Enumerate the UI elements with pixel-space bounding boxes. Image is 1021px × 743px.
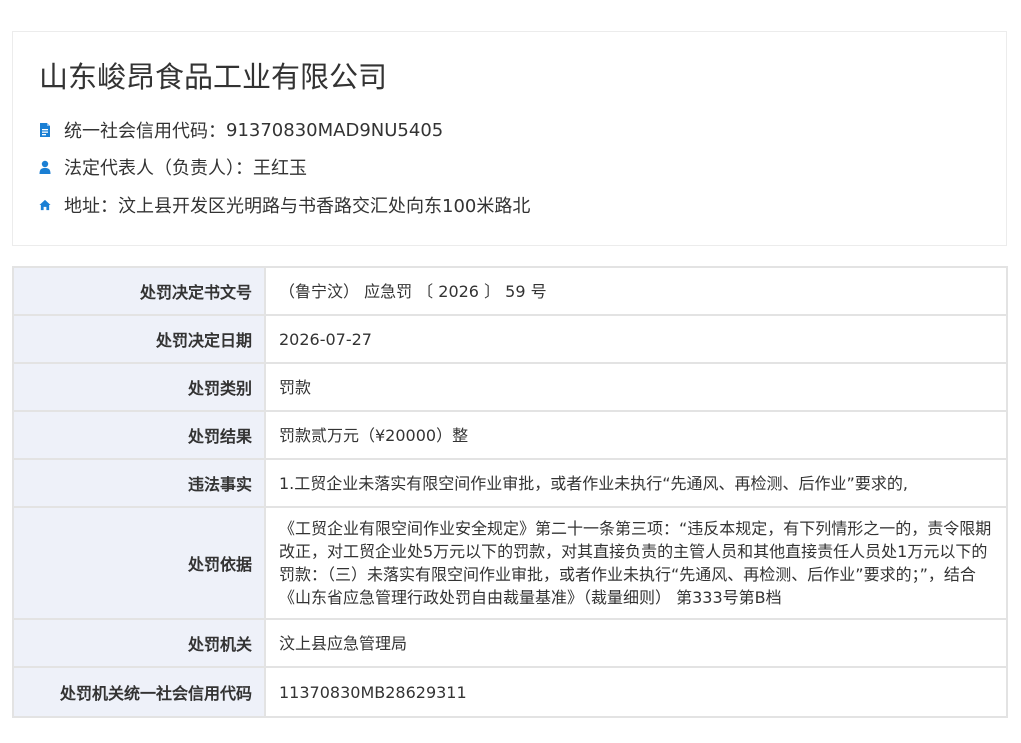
legal-rep-label: 法定代表人（负责人）： xyxy=(64,158,253,179)
decision-date-value: 2026-07-27 xyxy=(264,314,1008,364)
penalty-basis-value: 《工贸企业有限空间作业安全规定》第二十一条第三项：“违反本规定，有下列情形之一的… xyxy=(279,519,992,607)
penalty-type-label: 处罚类别 xyxy=(12,362,266,412)
credit-code-row: 统一社会信用代码： 91370830MAD9NU5405 xyxy=(39,117,443,143)
table-row: 处罚依据 《工贸企业有限空间作业安全规定》第二十一条第三项：“违反本规定，有下列… xyxy=(12,506,1008,620)
table-row: 处罚决定日期 2026-07-27 xyxy=(12,314,1008,364)
table-row: 违法事实 1.工贸企业未落实有限空间作业审批，或者作业未执行“先通风、再检测、后… xyxy=(12,458,1008,508)
table-row: 处罚结果 罚款贰万元（¥20000）整 xyxy=(12,410,1008,460)
penalty-authority-label: 处罚机关 xyxy=(12,618,266,668)
address-label: 地址： xyxy=(64,196,118,217)
penalty-table: 处罚决定书文号 （鲁宁汶） 应急罚 〔 2026 〕 59 号 处罚决定日期 2… xyxy=(12,266,1008,718)
company-card: 山东峻昂食品工业有限公司 统一社会信用代码： 91370830MAD9NU540… xyxy=(12,31,1007,246)
legal-rep-value: 王红玉 xyxy=(253,158,307,179)
authority-credit-code-label: 处罚机关统一社会信用代码 xyxy=(12,666,266,718)
penalty-basis-label: 处罚依据 xyxy=(12,506,266,620)
decision-number-label: 处罚决定书文号 xyxy=(12,266,266,316)
credit-code-label: 统一社会信用代码： xyxy=(64,121,226,142)
company-name: 山东峻昂食品工业有限公司 xyxy=(39,60,388,94)
address-value: 汶上县开发区光明路与书香路交汇处向东100米路北 xyxy=(118,196,531,217)
table-row: 处罚机关 汶上县应急管理局 xyxy=(12,618,1008,668)
penalty-basis-cell: 《工贸企业有限空间作业安全规定》第二十一条第三项：“违反本规定，有下列情形之一的… xyxy=(264,506,1008,620)
penalty-type-value: 罚款 xyxy=(264,362,1008,412)
violation-facts-label: 违法事实 xyxy=(12,458,266,508)
penalty-authority-value: 汶上县应急管理局 xyxy=(264,618,1008,668)
document-icon xyxy=(39,123,51,137)
legal-rep-row: 法定代表人（负责人）： 王红玉 xyxy=(39,154,307,180)
penalty-result-label: 处罚结果 xyxy=(12,410,266,460)
violation-facts-value: 1.工贸企业未落实有限空间作业审批，或者作业未执行“先通风、再检测、后作业”要求… xyxy=(264,458,1008,508)
table-row: 处罚类别 罚款 xyxy=(12,362,1008,412)
authority-credit-code-value: 11370830MB28629311 xyxy=(264,666,1008,718)
table-row: 处罚决定书文号 （鲁宁汶） 应急罚 〔 2026 〕 59 号 xyxy=(12,266,1008,316)
decision-number-value: （鲁宁汶） 应急罚 〔 2026 〕 59 号 xyxy=(264,266,1008,316)
home-icon xyxy=(39,198,51,212)
penalty-result-value: 罚款贰万元（¥20000）整 xyxy=(264,410,1008,460)
address-row: 地址： 汶上县开发区光明路与书香路交汇处向东100米路北 xyxy=(39,192,530,218)
credit-code-value: 91370830MAD9NU5405 xyxy=(226,119,444,141)
decision-date-label: 处罚决定日期 xyxy=(12,314,266,364)
user-icon xyxy=(39,160,51,174)
table-row: 处罚机关统一社会信用代码 11370830MB28629311 xyxy=(12,666,1008,718)
